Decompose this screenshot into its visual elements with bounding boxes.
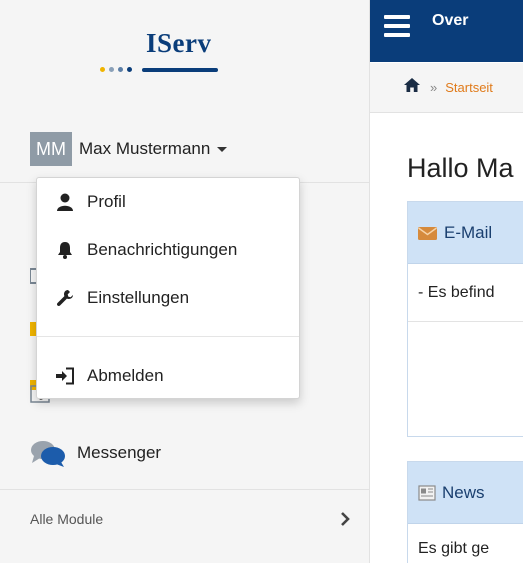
- news-panel-body: Es gibt ge: [418, 540, 490, 557]
- all-modules-label: Alle Module: [30, 511, 104, 527]
- top-navbar: Over: [370, 0, 523, 62]
- logo-text: IServ: [146, 28, 212, 58]
- topbar-title: Over: [432, 12, 469, 29]
- caret-down-icon: [217, 146, 228, 152]
- menu-item-settings[interactable]: Einstellungen: [37, 278, 299, 318]
- sign-out-icon: [53, 366, 77, 386]
- sidebar-divider: [0, 489, 370, 490]
- logo-underline: [142, 68, 218, 72]
- email-panel: E-Mail - Es befind: [407, 201, 523, 437]
- home-icon[interactable]: [404, 78, 420, 97]
- iserv-logo[interactable]: IServ: [96, 28, 236, 74]
- avatar: MM: [30, 132, 72, 166]
- menu-item-label: Abmelden: [87, 366, 164, 385]
- breadcrumb-link-start[interactable]: Startseit: [445, 80, 493, 95]
- email-panel-header[interactable]: E-Mail: [408, 202, 523, 264]
- envelope-icon: [418, 226, 437, 240]
- email-panel-body: - Es befind: [408, 264, 523, 322]
- menu-item-notifications[interactable]: Benachrichtigungen: [37, 230, 299, 270]
- hamburger-menu-icon[interactable]: [384, 15, 410, 37]
- newspaper-icon: [418, 484, 436, 501]
- logo-dot-yellow: [100, 67, 105, 72]
- news-panel: News Es gibt ge: [407, 461, 523, 563]
- menu-item-label: Benachrichtigungen: [87, 240, 238, 259]
- logo-dot-navy: [127, 67, 132, 72]
- logo-dot-grey: [109, 67, 114, 72]
- chevron-right-icon: [341, 512, 350, 526]
- news-panel-title: News: [442, 482, 485, 502]
- menu-item-logout[interactable]: Abmelden: [37, 356, 299, 396]
- breadcrumb-separator: »: [430, 80, 438, 95]
- user-name: Max Mustermann: [79, 139, 211, 158]
- chat-bubbles-icon: [31, 441, 65, 467]
- wrench-icon: [53, 288, 77, 308]
- menu-item-label: Profil: [87, 192, 126, 211]
- page-title: Hallo Ma: [407, 153, 514, 183]
- logo-dot-blue: [118, 67, 123, 72]
- sidebar-item-messenger[interactable]: Messenger: [30, 436, 161, 470]
- messenger-label: Messenger: [77, 443, 162, 462]
- news-panel-header[interactable]: News: [408, 462, 523, 524]
- user-menu-toggle[interactable]: MM Max Mustermann: [30, 132, 228, 166]
- menu-item-label: Einstellungen: [87, 288, 190, 307]
- bell-icon: [53, 240, 77, 260]
- all-modules-link[interactable]: Alle Module: [30, 503, 350, 535]
- email-panel-title: E-Mail: [444, 222, 493, 242]
- user-icon: [53, 192, 77, 212]
- menu-item-profile[interactable]: Profil: [37, 182, 299, 222]
- user-dropdown-menu: Profil Benachrichtigungen Einstellungen …: [36, 177, 300, 399]
- menu-divider: [37, 336, 299, 337]
- breadcrumb: » Startseit: [370, 63, 523, 113]
